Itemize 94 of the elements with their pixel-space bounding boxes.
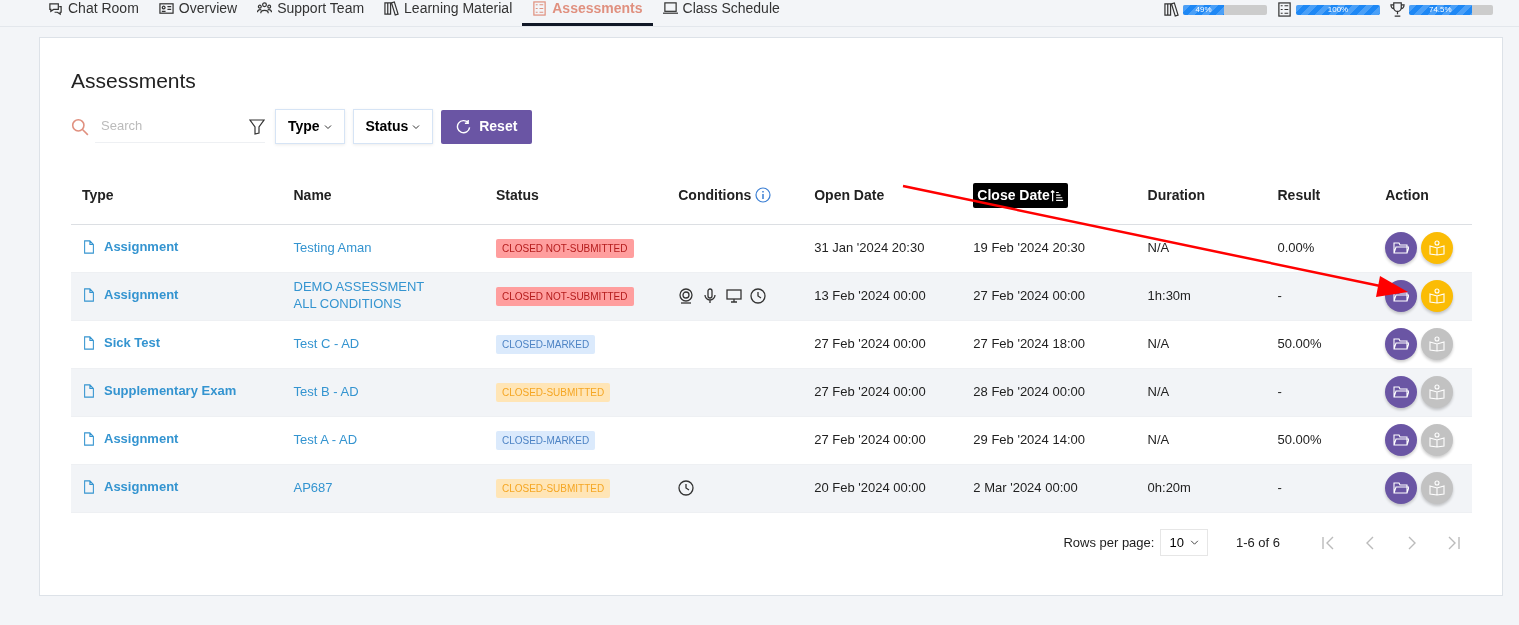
- column-header[interactable]: Duration: [1147, 187, 1206, 204]
- folder-icon: [1393, 336, 1410, 353]
- duration: N/A: [1147, 336, 1170, 352]
- nav-tab[interactable]: Overview: [148, 0, 248, 26]
- column-header[interactable]: Status: [495, 187, 539, 204]
- id-card-icon: [158, 1, 174, 16]
- folder-button[interactable]: [1385, 328, 1418, 361]
- page-range: 1-6 of 6: [1235, 533, 1280, 552]
- refresh-icon: [456, 119, 472, 135]
- folder-button[interactable]: [1385, 424, 1418, 457]
- column-header[interactable]: Type: [82, 187, 114, 204]
- duration: 1h:30m: [1147, 288, 1191, 304]
- nav-tab[interactable]: Chat Room: [38, 0, 149, 26]
- search-icon: [71, 117, 89, 136]
- checklist-icon: [532, 1, 548, 16]
- nav-tab[interactable]: Class Schedule: [652, 0, 790, 26]
- folder-button[interactable]: [1385, 232, 1418, 265]
- folder-icon: [1393, 480, 1410, 497]
- folder-button[interactable]: [1385, 376, 1418, 409]
- folder-icon: [1393, 384, 1410, 401]
- folder-icon: [1393, 432, 1410, 449]
- chat-bubbles-icon: [48, 1, 63, 16]
- status-badge: CLOSED NOT-SUBMITTED: [495, 287, 634, 307]
- progress-fill: 100%: [1296, 4, 1380, 15]
- nav-tab[interactable]: Support Team: [247, 0, 375, 26]
- page-title: Assessments: [71, 68, 197, 94]
- status-badge: CLOSED-SUBMITTED: [495, 479, 611, 499]
- close-date: 27 Feb '2024 00:00: [973, 288, 1085, 304]
- book-reader-icon: [1429, 336, 1446, 353]
- book-reader-icon: [1429, 480, 1446, 497]
- chevron-down-icon: [412, 123, 421, 132]
- book-reader-icon: [1429, 288, 1446, 305]
- column-header[interactable]: Open Date: [814, 187, 885, 204]
- dropdown-button[interactable]: Status: [352, 109, 434, 145]
- progress-fill: 49%: [1183, 4, 1225, 15]
- close-date: 28 Feb '2024 00:00: [973, 384, 1085, 400]
- open-date: 20 Feb '2024 00:00: [814, 480, 926, 496]
- result: -: [1277, 480, 1282, 496]
- book-reader-icon: [1429, 384, 1446, 401]
- close-date: 19 Feb '2024 20:30: [973, 240, 1085, 256]
- dropdown-button[interactable]: Type: [275, 109, 345, 145]
- trophy-icon: [1390, 2, 1405, 17]
- sort-icon: [1049, 188, 1064, 203]
- column-header[interactable]: Close Date: [973, 183, 1068, 209]
- document-icon: [82, 479, 96, 494]
- folder-button[interactable]: [1385, 472, 1418, 505]
- rows-per-page-label: Rows per page:: [1063, 533, 1155, 552]
- books-icon: [384, 1, 400, 16]
- books-icon: [1164, 2, 1179, 17]
- duration: N/A: [1147, 240, 1170, 256]
- open-date: 27 Feb '2024 00:00: [814, 384, 926, 400]
- result: 50.00%: [1277, 336, 1322, 352]
- duration: 0h:20m: [1147, 480, 1191, 496]
- duration: N/A: [1147, 384, 1170, 400]
- assessment-name[interactable]: Testing Aman: [293, 239, 474, 257]
- column-header[interactable]: Conditions: [678, 187, 752, 204]
- open-date: 31 Jan '2024 20:30: [814, 240, 925, 256]
- book-reader-icon: [1429, 432, 1446, 449]
- close-date: 2 Mar '2024 00:00: [973, 480, 1078, 496]
- nav-tab[interactable]: Learning Material: [374, 0, 523, 26]
- result: 50.00%: [1277, 432, 1322, 448]
- chevron-down-icon: [323, 123, 332, 132]
- open-date: 13 Feb '2024 00:00: [814, 288, 926, 304]
- status-badge: CLOSED-MARKED: [495, 335, 596, 355]
- duration: N/A: [1147, 432, 1170, 448]
- folder-icon: [1393, 240, 1410, 257]
- book-reader-icon: [1429, 240, 1446, 257]
- document-icon: [82, 383, 96, 398]
- people-icon: [257, 1, 273, 16]
- close-date: 27 Feb '2024 18:00: [973, 336, 1085, 352]
- status-badge: CLOSED-MARKED: [495, 431, 596, 451]
- document-icon: [82, 239, 96, 254]
- document-icon: [82, 335, 96, 350]
- document-icon: [82, 287, 96, 302]
- last-page-icon: [1446, 535, 1462, 552]
- result: -: [1277, 288, 1282, 304]
- result: 0.00%: [1277, 240, 1315, 256]
- document-icon: [82, 431, 96, 446]
- status-badge: CLOSED NOT-SUBMITTED: [495, 239, 634, 259]
- chevron-down-icon: [1189, 537, 1199, 547]
- rows-per-page-select[interactable]: 10: [1160, 528, 1208, 557]
- column-header[interactable]: Result: [1277, 187, 1321, 204]
- status-badge: CLOSED-SUBMITTED: [495, 383, 611, 403]
- reset-button[interactable]: Reset: [441, 109, 533, 144]
- first-page-icon: [1320, 535, 1336, 552]
- column-header[interactable]: Action: [1385, 187, 1429, 204]
- open-date: 27 Feb '2024 00:00: [814, 432, 926, 448]
- open-date: 27 Feb '2024 00:00: [814, 336, 926, 352]
- column-header[interactable]: Name: [293, 187, 332, 204]
- checklist-icon: [1277, 2, 1292, 17]
- result: -: [1277, 384, 1282, 400]
- laptop-icon: [662, 1, 678, 16]
- close-date: 29 Feb '2024 14:00: [973, 432, 1085, 448]
- progress-fill: 74.5%: [1409, 4, 1472, 15]
